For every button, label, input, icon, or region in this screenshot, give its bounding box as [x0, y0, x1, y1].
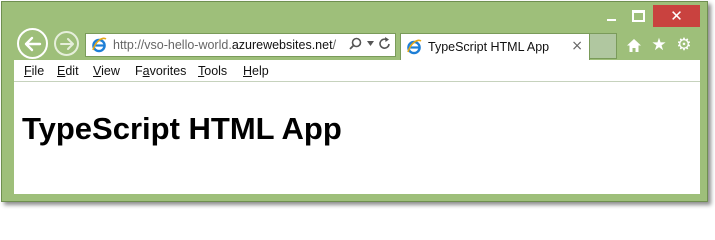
- browser-window: ✕ http://vso-hello-world.azurewebsites.n…: [1, 1, 708, 202]
- menu-view[interactable]: View: [93, 64, 120, 78]
- maximize-button[interactable]: [625, 5, 651, 27]
- search-icon[interactable]: [349, 37, 362, 50]
- menu-help-rest: elp: [252, 63, 269, 78]
- menu-bar: File Edit View Favorites Tools Help: [14, 60, 700, 82]
- back-arrow-icon: [24, 36, 41, 51]
- minimize-icon: [606, 18, 616, 21]
- gear-icon: ⚙: [676, 35, 692, 55]
- menu-view-accel: V: [93, 63, 102, 78]
- tab-close-icon[interactable]: ×: [571, 38, 583, 54]
- page-heading: TypeScript HTML App: [22, 111, 342, 146]
- menu-file-accel: F: [24, 63, 32, 78]
- back-button[interactable]: [17, 28, 48, 59]
- forward-button[interactable]: [54, 31, 79, 56]
- menu-favorites[interactable]: Favorites: [135, 64, 186, 78]
- tab-title: TypeScript HTML App: [428, 40, 550, 54]
- home-icon: [627, 38, 641, 52]
- home-button[interactable]: [625, 36, 643, 54]
- forward-arrow-icon: [59, 37, 74, 50]
- menu-favorites-accel: a: [142, 63, 150, 78]
- menu-help-accel: H: [243, 63, 253, 78]
- favorites-button[interactable]: ★: [650, 35, 668, 55]
- menu-file-rest: ile: [31, 63, 45, 78]
- menu-tools-rest: ools: [204, 63, 228, 78]
- menu-fav-pre: F: [135, 63, 143, 78]
- refresh-icon[interactable]: [379, 37, 391, 50]
- ie-logo-icon: [92, 37, 107, 53]
- maximize-icon: [631, 10, 645, 22]
- url-suffix: /: [332, 38, 337, 52]
- menu-tools[interactable]: Tools: [198, 64, 227, 78]
- url-domain: azurewebsites.net: [231, 38, 333, 52]
- page-content: TypeScript HTML App: [14, 82, 700, 194]
- dropdown-icon[interactable]: [367, 41, 374, 46]
- star-icon: ★: [651, 35, 667, 55]
- url-text[interactable]: http://vso-hello-world.azurewebsites.net…: [113, 38, 336, 52]
- menu-fav-rest: vorites: [149, 63, 187, 78]
- close-window-button[interactable]: ✕: [653, 5, 700, 27]
- menu-edit[interactable]: Edit: [57, 64, 79, 78]
- menu-edit-rest: dit: [65, 63, 79, 78]
- tab-active[interactable]: TypeScript HTML App ×: [400, 33, 590, 60]
- new-tab-button[interactable]: [590, 33, 617, 59]
- menu-view-rest: iew: [101, 63, 120, 78]
- minimize-button[interactable]: [598, 5, 624, 27]
- close-icon: ✕: [670, 6, 683, 25]
- tab-ie-logo-icon: [407, 39, 422, 55]
- menu-file[interactable]: File: [24, 64, 44, 78]
- url-prefix: http://vso-hello-world.: [113, 38, 232, 52]
- address-bar[interactable]: http://vso-hello-world.azurewebsites.net…: [85, 33, 396, 57]
- menu-help[interactable]: Help: [243, 64, 269, 78]
- settings-button[interactable]: ⚙: [675, 35, 693, 55]
